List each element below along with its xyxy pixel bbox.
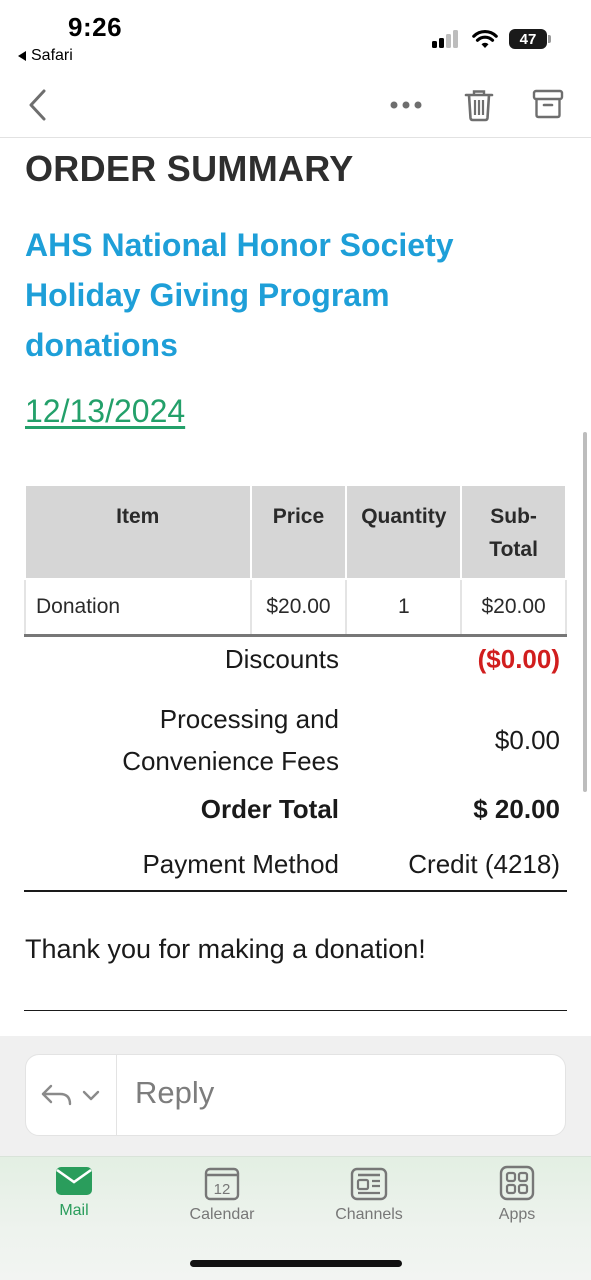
mail-toolbar xyxy=(0,72,591,138)
home-indicator[interactable] xyxy=(190,1260,402,1267)
back-to-safari-link[interactable]: Safari xyxy=(18,47,73,65)
apps-grid-icon xyxy=(499,1165,535,1201)
header-price: Price xyxy=(249,484,348,580)
header-subtotal: Sub- Total xyxy=(460,484,567,580)
tab-calendar-label: Calendar xyxy=(189,1206,255,1223)
back-triangle-icon xyxy=(18,51,26,61)
status-bar: 9:26 Safari 47 xyxy=(0,0,591,72)
order-total-label: Order Total xyxy=(200,794,339,824)
fees-value: $0.00 xyxy=(494,725,560,755)
payment-method-label: Payment Method xyxy=(142,849,339,879)
reply-arrow-icon xyxy=(41,1084,72,1106)
organization-heading: AHS National Honor Society Holiday Givin… xyxy=(25,227,454,363)
divider-line xyxy=(24,890,567,892)
discounts-value: ($0.00) xyxy=(477,644,560,674)
cell-price: $20.00 xyxy=(249,579,348,637)
order-date-link[interactable]: 12/13/2024 xyxy=(25,393,185,430)
fees-label: Processing and Convenience Fees xyxy=(122,704,339,776)
newspaper-icon xyxy=(350,1167,388,1201)
reply-input[interactable] xyxy=(135,1075,535,1111)
table-row: Donation $20.00 1 $20.00 xyxy=(24,579,567,637)
discounts-label: Discounts xyxy=(224,644,339,674)
battery-icon: 47 xyxy=(509,29,547,49)
cell-subtotal: $20.00 xyxy=(460,579,567,637)
reply-bar xyxy=(0,1036,591,1156)
ellipsis-icon[interactable] xyxy=(389,100,423,110)
reply-options-button[interactable] xyxy=(26,1055,117,1135)
cellular-signal-icon xyxy=(432,30,462,48)
archive-box-icon[interactable] xyxy=(532,89,564,119)
table-header-row: Item Price Quantity Sub- Total xyxy=(24,484,567,580)
reply-box xyxy=(25,1054,566,1136)
tab-apps-label: Apps xyxy=(498,1206,536,1223)
back-app-label: Safari xyxy=(31,47,73,64)
order-total-value: $ 20.00 xyxy=(473,794,560,824)
email-body: ORDER SUMMARY AHS National Honor Society… xyxy=(0,138,583,1036)
email-title: ORDER SUMMARY xyxy=(25,148,354,189)
wifi-icon xyxy=(472,29,498,48)
tab-channels[interactable]: Channels xyxy=(314,1165,424,1224)
order-table: Item Price Quantity Sub- Total Donation … xyxy=(24,484,567,637)
battery-cap xyxy=(548,35,551,43)
payment-method-value: Credit (4218) xyxy=(408,849,560,879)
cell-item: Donation xyxy=(24,579,252,637)
chevron-down-icon xyxy=(82,1090,100,1101)
tab-mail[interactable]: Mail xyxy=(19,1165,129,1220)
header-item: Item xyxy=(24,484,252,580)
status-time: 9:26 xyxy=(68,12,123,42)
calendar-day-number: 12 xyxy=(214,1181,231,1198)
trash-icon[interactable] xyxy=(463,88,495,122)
calendar-icon: 12 xyxy=(204,1167,240,1201)
tab-mail-label: Mail xyxy=(59,1202,89,1219)
chevron-left-icon[interactable] xyxy=(26,88,48,122)
tab-apps[interactable]: Apps xyxy=(462,1165,572,1224)
header-quantity: Quantity xyxy=(345,484,463,580)
thank-you-message: Thank you for making a donation! xyxy=(25,934,426,964)
divider-line xyxy=(24,1010,567,1011)
tab-channels-label: Channels xyxy=(335,1206,403,1223)
mail-envelope-icon xyxy=(56,1167,92,1195)
scrollbar[interactable] xyxy=(583,432,587,792)
cell-quantity: 1 xyxy=(345,579,463,637)
tab-calendar[interactable]: 12 Calendar xyxy=(167,1165,277,1224)
